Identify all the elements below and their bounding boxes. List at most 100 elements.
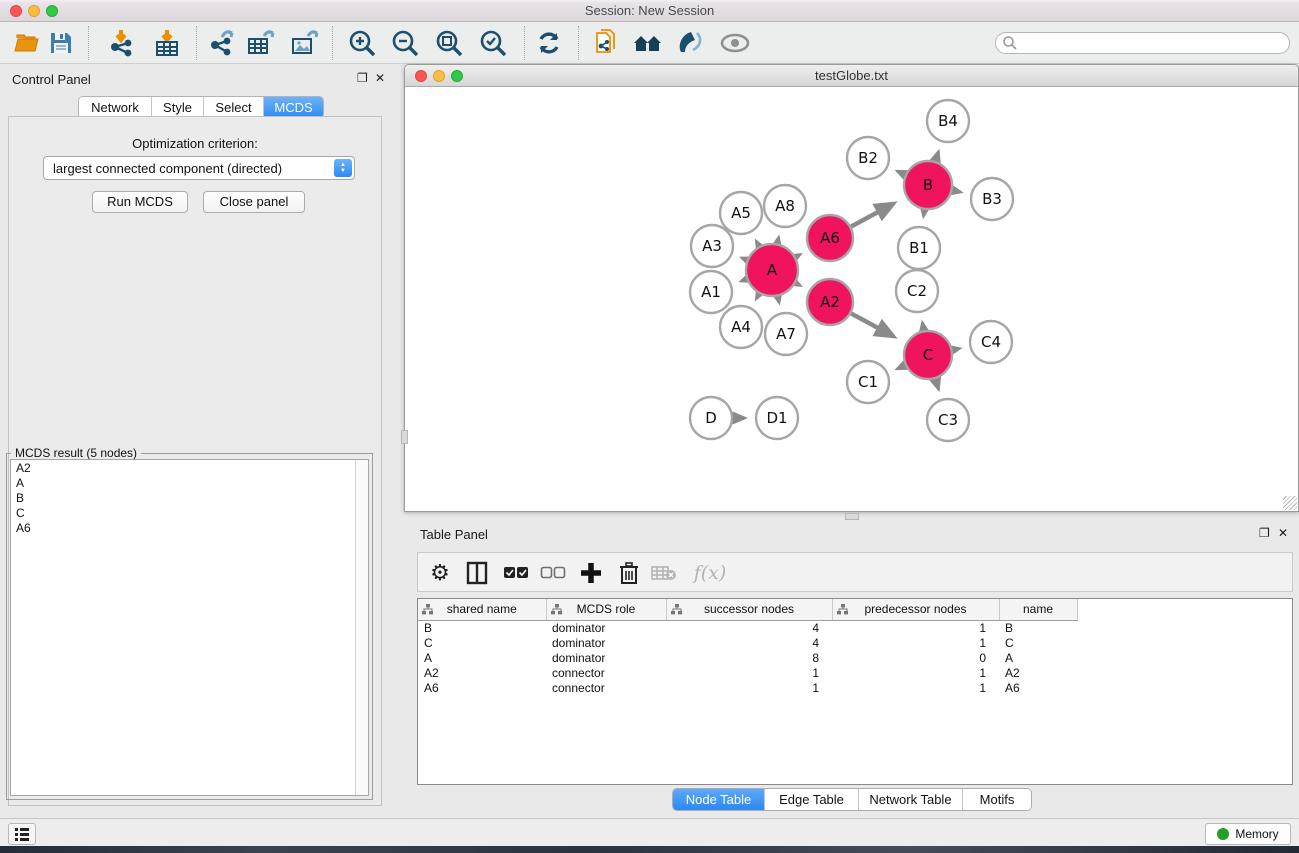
- edge-A-A3[interactable]: [742, 258, 747, 260]
- deselect-all-icon[interactable]: [539, 559, 567, 587]
- zoom-out-icon[interactable]: [390, 29, 420, 57]
- edge-B-B2[interactable]: [897, 171, 905, 175]
- mcds-result-item[interactable]: A2: [11, 460, 368, 475]
- column-header-name[interactable]: name: [999, 599, 1077, 620]
- tab-node-table[interactable]: Node Table: [673, 789, 765, 810]
- tab-network[interactable]: Network: [79, 97, 152, 118]
- tab-style[interactable]: Style: [152, 97, 204, 118]
- zoom-selected-icon[interactable]: [478, 29, 508, 57]
- cell-successor-nodes[interactable]: 8: [666, 650, 832, 665]
- cell-MCDS-role[interactable]: connector: [546, 680, 666, 695]
- mcds-result-item[interactable]: A: [11, 475, 368, 490]
- tab-network-table[interactable]: Network Table: [859, 789, 963, 810]
- cell-shared-name[interactable]: C: [418, 635, 546, 650]
- cell-name[interactable]: A6: [999, 680, 1077, 695]
- mcds-result-item[interactable]: C: [11, 505, 368, 520]
- table-row[interactable]: Cdominator41C: [418, 635, 1292, 650]
- scrollbar[interactable]: [355, 460, 368, 795]
- vertical-splitter-handle[interactable]: [401, 430, 408, 444]
- cell-MCDS-role[interactable]: dominator: [546, 650, 666, 665]
- float-panel-icon[interactable]: ❐: [357, 71, 368, 85]
- cell-predecessor-nodes[interactable]: 0: [832, 650, 999, 665]
- table-options-icon[interactable]: ⚙: [426, 559, 454, 587]
- zoom-fit-icon[interactable]: [434, 29, 464, 57]
- cell-shared-name[interactable]: B: [418, 620, 546, 635]
- mcds-result-list[interactable]: A2ABCA6: [10, 459, 369, 796]
- edge-C-C4[interactable]: [952, 348, 959, 349]
- edge-A-A1[interactable]: [741, 279, 746, 281]
- cell-successor-nodes[interactable]: 4: [666, 620, 832, 635]
- cell-predecessor-nodes[interactable]: 1: [832, 665, 999, 680]
- column-header-MCDS-role[interactable]: MCDS role: [546, 599, 666, 620]
- edge-C-C1[interactable]: [897, 365, 905, 369]
- add-column-icon[interactable]: [577, 559, 605, 587]
- node-table[interactable]: shared nameMCDS rolesuccessor nodesprede…: [417, 598, 1293, 785]
- export-network-icon[interactable]: [206, 29, 236, 57]
- table-row[interactable]: Bdominator41B: [418, 620, 1292, 635]
- edge-C-C2[interactable]: [922, 323, 923, 331]
- cell-name[interactable]: B: [999, 620, 1077, 635]
- cell-successor-nodes[interactable]: 1: [666, 665, 832, 680]
- edge-A-A7[interactable]: [778, 296, 779, 302]
- cell-successor-nodes[interactable]: 4: [666, 635, 832, 650]
- cell-shared-name[interactable]: A2: [418, 665, 546, 680]
- tab-mcds[interactable]: MCDS: [264, 97, 323, 118]
- float-panel-icon[interactable]: ❐: [1259, 526, 1270, 540]
- memory-button[interactable]: Memory: [1205, 823, 1291, 845]
- cell-MCDS-role[interactable]: dominator: [546, 620, 666, 635]
- window-resize-grip[interactable]: [1283, 496, 1297, 510]
- edge-B-B4[interactable]: [935, 152, 938, 162]
- open-session-icon[interactable]: [12, 29, 42, 57]
- mcds-result-item[interactable]: A6: [11, 520, 368, 535]
- export-table-icon[interactable]: [246, 29, 276, 57]
- task-history-button[interactable]: [8, 823, 36, 845]
- search-input[interactable]: [1018, 35, 1289, 51]
- show-column-icon[interactable]: [463, 559, 491, 587]
- delete-column-icon[interactable]: [615, 559, 643, 587]
- search-field[interactable]: [995, 32, 1290, 54]
- close-panel-icon[interactable]: ✕: [375, 71, 385, 85]
- hide-selected-icon[interactable]: [674, 29, 704, 57]
- cell-shared-name[interactable]: A6: [418, 680, 546, 695]
- edge-A-A6[interactable]: [796, 254, 801, 257]
- cell-predecessor-nodes[interactable]: 1: [832, 635, 999, 650]
- network-canvas[interactable]: B4B2BB3A5A8A6A3B1AA1C2A2A4A7C4CC1C3DD1: [405, 87, 1298, 512]
- first-neighbors-icon[interactable]: [632, 29, 662, 57]
- cell-predecessor-nodes[interactable]: 1: [832, 680, 999, 695]
- tab-select[interactable]: Select: [204, 97, 264, 118]
- cell-name[interactable]: A2: [999, 665, 1077, 680]
- edge-A-A4[interactable]: [756, 294, 759, 299]
- table-row[interactable]: A2connector11A2: [418, 665, 1292, 680]
- cell-successor-nodes[interactable]: 1: [666, 680, 832, 695]
- cell-predecessor-nodes[interactable]: 1: [832, 620, 999, 635]
- column-header-predecessor-nodes[interactable]: predecessor nodes: [832, 599, 999, 620]
- select-all-icon[interactable]: [502, 559, 530, 587]
- cell-MCDS-role[interactable]: dominator: [546, 635, 666, 650]
- run-mcds-button[interactable]: Run MCDS: [92, 191, 188, 213]
- cell-MCDS-role[interactable]: connector: [546, 665, 666, 680]
- new-network-from-selection-icon[interactable]: [592, 29, 622, 57]
- tab-motifs[interactable]: Motifs: [963, 789, 1031, 810]
- zoom-in-icon[interactable]: [347, 29, 377, 57]
- table-row[interactable]: A6connector11A6: [418, 680, 1292, 695]
- tab-edge-table[interactable]: Edge Table: [765, 789, 859, 810]
- network-window-titlebar[interactable]: testGlobe.txt: [405, 65, 1298, 87]
- refresh-icon[interactable]: [534, 29, 564, 57]
- column-header-successor-nodes[interactable]: successor nodes: [666, 599, 832, 620]
- table-row[interactable]: Adominator80A: [418, 650, 1292, 665]
- cell-name[interactable]: A: [999, 650, 1077, 665]
- edge-B-B1[interactable]: [924, 210, 925, 217]
- edge-A-A8[interactable]: [777, 237, 778, 243]
- column-header-shared-name[interactable]: shared name: [418, 599, 546, 620]
- horizontal-splitter-handle[interactable]: [845, 513, 859, 520]
- save-session-icon[interactable]: [46, 29, 76, 57]
- show-all-icon[interactable]: [720, 29, 750, 57]
- edge-C-C3[interactable]: [935, 379, 938, 390]
- criterion-select[interactable]: largest connected component (directed) ▲…: [43, 156, 355, 180]
- import-network-icon[interactable]: [106, 29, 136, 57]
- cell-name[interactable]: C: [999, 635, 1077, 650]
- edge-B-B3[interactable]: [952, 190, 960, 192]
- edge-A-A5[interactable]: [756, 241, 759, 246]
- import-table-icon[interactable]: [152, 29, 182, 57]
- export-image-icon[interactable]: [290, 29, 320, 57]
